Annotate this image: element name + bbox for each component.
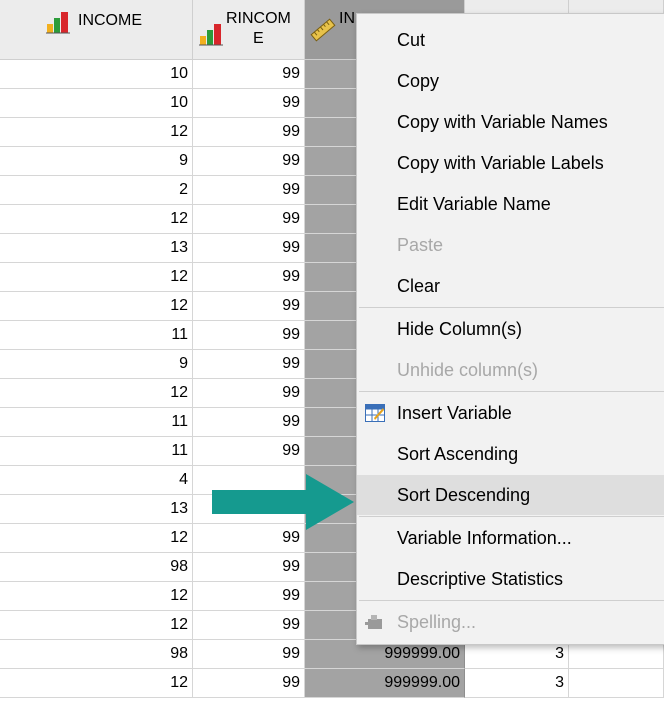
menu-item-copy[interactable]: Copy bbox=[357, 61, 664, 101]
table-cell-income[interactable]: 13 bbox=[0, 234, 193, 263]
table-cell-rincome[interactable]: 99 bbox=[193, 321, 305, 350]
table-cell-income[interactable]: 9 bbox=[0, 147, 193, 176]
menu-label: Copy with Variable Labels bbox=[397, 153, 604, 173]
table-cell-rincome[interactable]: 99 bbox=[193, 582, 305, 611]
menu-item-variable-information[interactable]: Variable Information... bbox=[357, 518, 664, 558]
menu-item-cut[interactable]: Cut bbox=[357, 20, 664, 60]
table-cell-third[interactable]: 999999.00 bbox=[305, 669, 465, 698]
table-cell-income[interactable]: 11 bbox=[0, 408, 193, 437]
context-menu: Cut Copy Copy with Variable Names Copy w… bbox=[356, 13, 664, 645]
table-cell-income[interactable]: 12 bbox=[0, 205, 193, 234]
table-cell-income[interactable]: 12 bbox=[0, 582, 193, 611]
table-cell-income[interactable]: 11 bbox=[0, 321, 193, 350]
menu-label: Hide Column(s) bbox=[397, 319, 523, 339]
table-cell-income[interactable]: 2 bbox=[0, 176, 193, 205]
table-cell-income[interactable]: 12 bbox=[0, 118, 193, 147]
table-cell-rincome[interactable]: 99 bbox=[193, 205, 305, 234]
table-cell-c5[interactable] bbox=[569, 669, 664, 698]
table-cell-rincome[interactable]: 99 bbox=[193, 234, 305, 263]
table-cell-income[interactable]: 10 bbox=[0, 89, 193, 118]
menu-label: Insert Variable bbox=[397, 403, 512, 423]
table-cell-income[interactable]: 12 bbox=[0, 379, 193, 408]
menu-item-hide-columns[interactable]: Hide Column(s) bbox=[357, 309, 664, 349]
menu-label: Spelling... bbox=[397, 612, 477, 632]
menu-item-spelling: Spelling... bbox=[357, 602, 664, 642]
menu-label: Variable Information... bbox=[397, 528, 572, 548]
table-cell-rincome[interactable]: 99 bbox=[193, 408, 305, 437]
table-cell-income[interactable]: 13 bbox=[0, 495, 193, 524]
insert-variable-icon bbox=[365, 404, 385, 422]
table-cell-income[interactable]: 10 bbox=[0, 60, 193, 89]
menu-label: Edit Variable Name bbox=[397, 194, 551, 214]
menu-item-paste: Paste bbox=[357, 225, 664, 265]
menu-item-unhide-columns: Unhide column(s) bbox=[357, 350, 664, 390]
table-cell-rincome[interactable]: 99 bbox=[193, 350, 305, 379]
table-cell-rincome[interactable]: 99 bbox=[193, 60, 305, 89]
menu-item-insert-variable[interactable]: Insert Variable bbox=[357, 393, 664, 433]
menu-label: Copy with Variable Names bbox=[397, 112, 608, 132]
menu-separator bbox=[359, 307, 664, 308]
table-cell-rincome[interactable]: 99 bbox=[193, 553, 305, 582]
menu-separator bbox=[359, 600, 664, 601]
menu-label: Cut bbox=[397, 30, 426, 50]
spelling-icon bbox=[365, 615, 382, 629]
table-cell-rincome[interactable]: 99 bbox=[193, 611, 305, 640]
column-label-rincome-line2: E bbox=[253, 30, 264, 47]
table-cell-rincome[interactable]: 99 bbox=[193, 89, 305, 118]
menu-separator bbox=[359, 391, 664, 392]
menu-item-copy-with-names[interactable]: Copy with Variable Names bbox=[357, 102, 664, 142]
column-label-income: INCOME bbox=[78, 12, 142, 29]
pointer-arrow bbox=[212, 474, 354, 530]
bar-chart-icon bbox=[199, 24, 223, 46]
ruler-icon bbox=[310, 18, 336, 42]
menu-label: Paste bbox=[397, 235, 444, 255]
menu-item-descriptive-statistics[interactable]: Descriptive Statistics bbox=[357, 559, 664, 599]
table-cell-rincome[interactable]: 99 bbox=[193, 379, 305, 408]
table-cell-income[interactable]: 12 bbox=[0, 263, 193, 292]
table-cell-rincome[interactable]: 99 bbox=[193, 147, 305, 176]
menu-label: Sort Ascending bbox=[397, 444, 519, 464]
table-cell-income[interactable]: 12 bbox=[0, 669, 193, 698]
table-cell-c4[interactable]: 3 bbox=[465, 669, 569, 698]
bar-chart-icon bbox=[46, 12, 70, 34]
table-cell-rincome[interactable]: 99 bbox=[193, 640, 305, 669]
menu-item-sort-descending[interactable]: Sort Descending bbox=[357, 475, 664, 515]
table-cell-income[interactable]: 12 bbox=[0, 611, 193, 640]
table-cell-rincome[interactable]: 99 bbox=[193, 176, 305, 205]
menu-label: Unhide column(s) bbox=[397, 360, 539, 380]
menu-item-sort-ascending[interactable]: Sort Ascending bbox=[357, 434, 664, 474]
menu-item-edit-name[interactable]: Edit Variable Name bbox=[357, 184, 664, 224]
menu-label: Clear bbox=[397, 276, 441, 296]
table-cell-rincome[interactable]: 99 bbox=[193, 292, 305, 321]
table-cell-income[interactable]: 12 bbox=[0, 524, 193, 553]
table-cell-income[interactable]: 12 bbox=[0, 292, 193, 321]
table-cell-rincome[interactable]: 99 bbox=[193, 437, 305, 466]
column-label-rincome-line1: RINCOM bbox=[226, 10, 291, 27]
table-cell-rincome[interactable]: 99 bbox=[193, 263, 305, 292]
column-label-selected: IN bbox=[339, 10, 355, 27]
table-cell-income[interactable]: 11 bbox=[0, 437, 193, 466]
menu-label: Sort Descending bbox=[397, 485, 531, 505]
table-cell-income[interactable]: 98 bbox=[0, 640, 193, 669]
table-cell-income[interactable]: 4 bbox=[0, 466, 193, 495]
column-header-rincome[interactable]: RINCOM E bbox=[193, 0, 305, 60]
table-cell-income[interactable]: 98 bbox=[0, 553, 193, 582]
menu-label: Descriptive Statistics bbox=[397, 569, 564, 589]
column-header-income[interactable]: INCOME bbox=[0, 0, 193, 60]
menu-item-copy-with-labels[interactable]: Copy with Variable Labels bbox=[357, 143, 664, 183]
table-cell-rincome[interactable]: 99 bbox=[193, 118, 305, 147]
menu-item-clear[interactable]: Clear bbox=[357, 266, 664, 306]
menu-label: Copy bbox=[397, 71, 440, 91]
table-cell-income[interactable]: 9 bbox=[0, 350, 193, 379]
menu-separator bbox=[359, 516, 664, 517]
table-cell-rincome[interactable]: 99 bbox=[193, 669, 305, 698]
